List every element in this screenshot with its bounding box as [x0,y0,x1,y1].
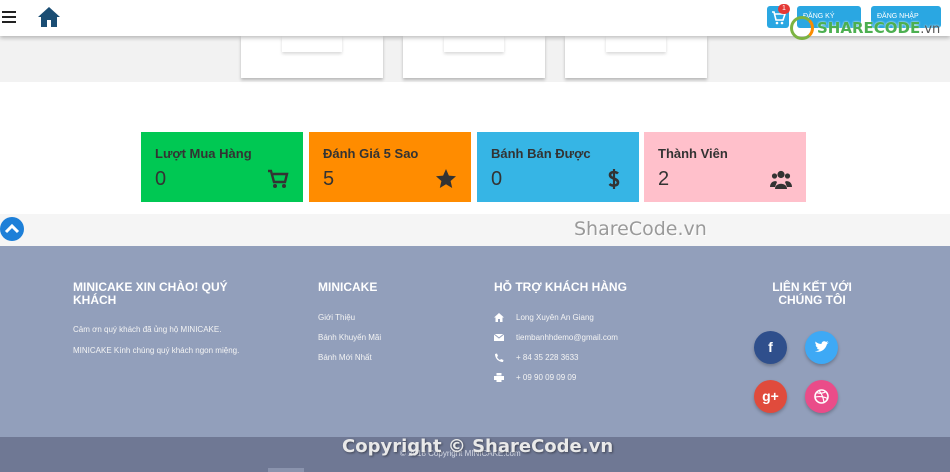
footer-col3-title: HỖ TRỢ KHÁCH HÀNG [494,280,627,294]
stat-label: Lượt Mua Hàng [155,146,252,161]
cart-icon [268,169,289,188]
product-card-inner [282,36,342,52]
product-card[interactable] [241,36,383,78]
sharecode-watermark-logo: SHARECODE.vn [790,13,940,43]
stat-cakes-sold: Bánh Bán Được 0 [477,132,639,202]
footer-fax: + 09 90 09 09 09 [516,373,577,382]
stat-purchases: Lượt Mua Hàng 0 [141,132,303,202]
dribbble-icon [814,389,829,404]
bottom-scroll-stub [268,468,304,472]
stat-value: 0 [491,168,503,190]
stat-value: 5 [323,168,335,190]
users-icon [770,170,792,189]
facebook-icon: f [768,339,773,355]
footer-link-about[interactable]: Giới Thiệu [318,313,355,322]
watermark-logo-suffix: .vn [920,22,941,37]
phone-icon [495,353,504,362]
cart-count-badge: 1 [778,4,790,14]
product-card-inner [444,36,504,52]
stat-members: Thành Viên 2 [644,132,806,202]
printer-icon [494,373,504,382]
dollar-icon [608,169,620,189]
chevron-up-icon [4,223,20,234]
watermark-text: ShareCode.vn [574,218,707,240]
home-icon [494,313,504,322]
stat-label: Thành Viên [658,146,728,161]
google-plus-button[interactable]: g+ [754,380,787,413]
envelope-icon [494,333,504,341]
stat-label: Đánh Giá 5 Sao [323,146,419,161]
facebook-button[interactable]: f [754,331,787,364]
dribbble-button[interactable] [805,380,838,413]
product-card[interactable] [403,36,545,78]
scroll-to-top-button[interactable] [0,217,24,241]
footer-thanks-text: Cảm ơn quý khách đã ủng hộ MINICAKE. [73,325,222,334]
stat-value: 2 [658,168,670,190]
stat-label: Bánh Bán Được [491,146,591,161]
twitter-icon [815,341,829,352]
twitter-button[interactable] [805,331,838,364]
stat-value: 0 [155,168,167,190]
spacer-strip [0,214,950,246]
footer-wish-text: MINICAKE Kính chúng quý khách ngon miệng… [73,346,240,355]
star-icon [436,169,456,188]
watermark-copyright: Copyright © ShareCode.vn [342,436,614,457]
product-card[interactable] [565,36,707,78]
home-icon[interactable] [37,6,61,28]
footer-address: Long Xuyên An Giang [516,313,594,322]
footer-col4-title: LIÊN KẾT VỚI CHÚNG TÔI [772,280,852,307]
sharecode-logo-icon [790,16,814,40]
stat-five-star: Đánh Giá 5 Sao 5 [309,132,471,202]
footer-col1-title: MINICAKE XIN CHÀO! QUÝ KHÁCH [73,280,228,307]
google-plus-icon: g+ [762,388,779,404]
footer-col2-title: MINICAKE [318,280,378,294]
watermark-logo-text: SHARECODE [817,19,921,37]
menu-icon[interactable] [2,11,16,23]
footer-phone: + 84 35 228 3633 [516,353,579,362]
footer-link-newest[interactable]: Bánh Mới Nhất [318,353,372,362]
footer-email[interactable]: tiembanhhdemo@gmail.com [516,333,618,342]
product-card-inner [606,36,666,52]
footer-link-promotions[interactable]: Bánh Khuyến Mãi [318,333,381,342]
